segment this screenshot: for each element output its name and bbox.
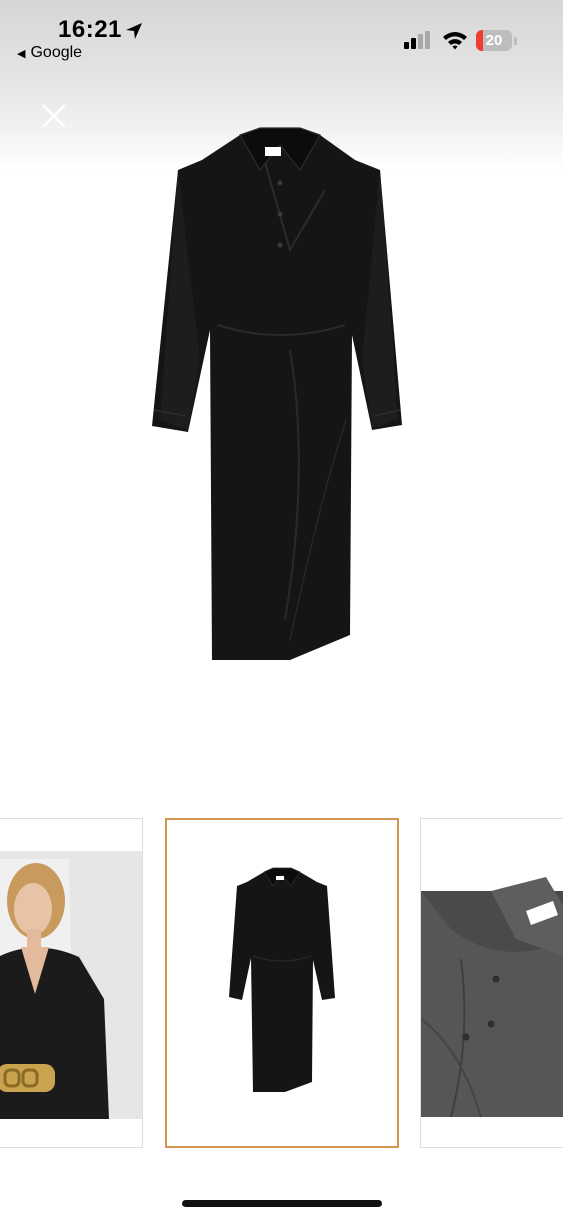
cellular-signal-icon bbox=[404, 31, 430, 49]
back-to-app-link[interactable]: ◀ Google bbox=[17, 44, 82, 62]
brand-tag bbox=[265, 147, 281, 156]
thumbnail-model[interactable] bbox=[0, 818, 143, 1148]
dress-button bbox=[277, 211, 283, 217]
collar-closeup-photo bbox=[421, 877, 563, 1118]
battery-icon: 20 bbox=[476, 30, 518, 52]
dress-button bbox=[277, 242, 283, 248]
model-photo bbox=[0, 851, 142, 1119]
thumbnail-collar-closeup[interactable] bbox=[420, 818, 563, 1148]
location-arrow-icon bbox=[126, 23, 142, 39]
back-app-label: Google bbox=[30, 44, 83, 61]
battery-cap bbox=[514, 37, 517, 45]
dress-thumb-photo bbox=[229, 867, 335, 1092]
status-time: 16:21 bbox=[58, 16, 122, 43]
dress-button bbox=[277, 180, 283, 186]
wifi-icon bbox=[443, 32, 467, 50]
battery-body: 20 bbox=[476, 30, 512, 51]
close-icon[interactable] bbox=[40, 102, 68, 130]
back-caret-icon: ◀ bbox=[17, 47, 26, 60]
thumbnail-dress[interactable] bbox=[165, 818, 399, 1148]
battery-percent: 20 bbox=[485, 32, 503, 49]
dress-illustration bbox=[152, 127, 402, 660]
main-product-image[interactable] bbox=[140, 120, 420, 680]
status-bar: 16:21 ◀ Google 20 bbox=[0, 0, 563, 70]
home-indicator[interactable] bbox=[182, 1200, 382, 1207]
